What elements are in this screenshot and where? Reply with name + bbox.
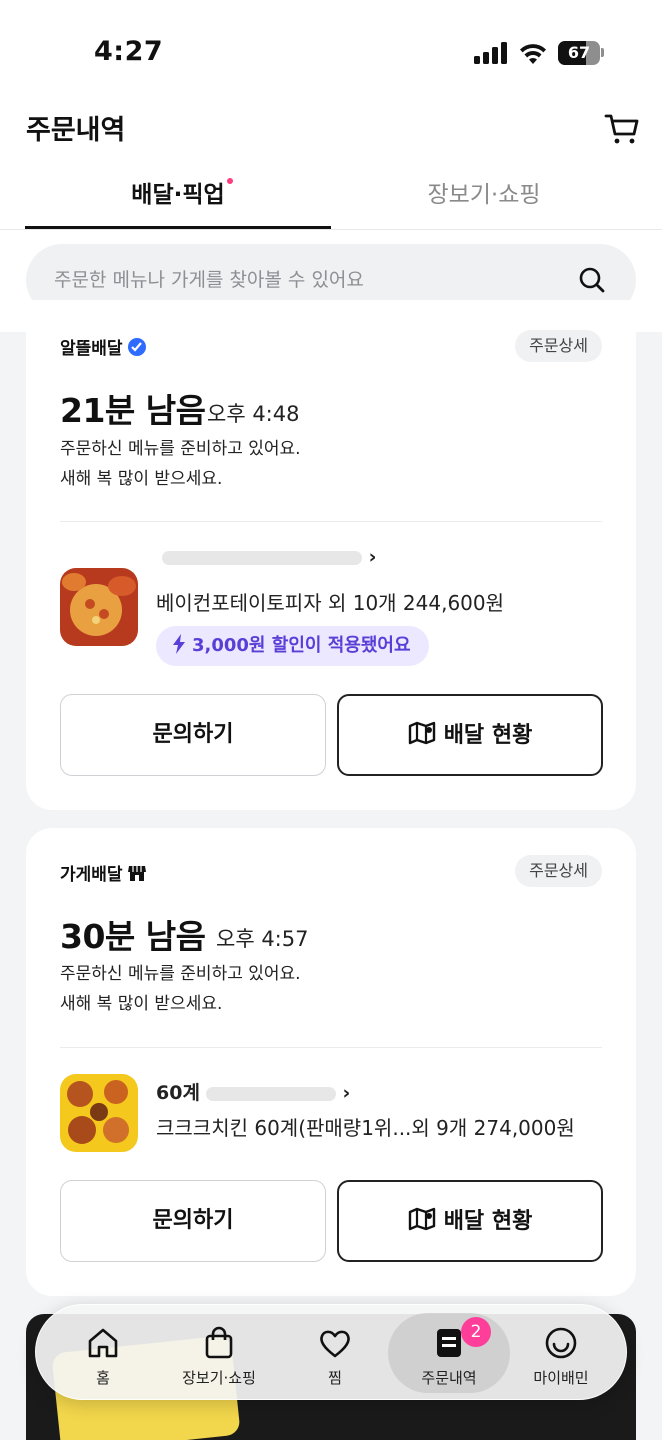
tab-grocery-shopping[interactable]: 장보기·쇼핑 (331, 168, 637, 229)
greeting-message: 새해 복 많이 받으세요. (60, 469, 223, 489)
delivery-status-label: 배달 현황 (443, 1209, 533, 1234)
tab-label: 장보기·쇼핑 (427, 182, 541, 208)
nav-label: 주문내역 (421, 1369, 477, 1387)
nav-label: 찜 (328, 1369, 342, 1387)
order-count-badge: 2 (461, 1317, 491, 1347)
remaining-time: 30분 남음 (60, 917, 206, 956)
battery-cap (601, 48, 604, 57)
nav-item-home[interactable]: 홈 (44, 1305, 162, 1401)
inquiry-button[interactable]: 문의하기 (60, 1180, 326, 1262)
divider (60, 1047, 602, 1048)
verified-badge-icon (127, 338, 146, 356)
map-icon (408, 1207, 435, 1231)
inquiry-button[interactable]: 문의하기 (60, 694, 326, 776)
nav-label: 마이배민 (533, 1369, 589, 1387)
greeting-message: 새해 복 많이 받으세요. (60, 994, 223, 1014)
wifi-icon (520, 44, 546, 64)
delivery-type: 알뜰배달 (60, 334, 147, 359)
store-thumbnail[interactable] (60, 568, 138, 646)
delivery-status-label: 배달 현황 (443, 723, 533, 748)
discount-badge: 3,000원 할인이 적용됐어요 (156, 626, 429, 666)
order-detail-button[interactable]: 주문상세 (515, 855, 602, 887)
cart-icon[interactable] (602, 108, 642, 148)
new-dot (227, 178, 233, 184)
food-image (60, 568, 138, 646)
map-icon (408, 721, 435, 745)
store-icon (127, 866, 146, 881)
tab-delivery-pickup[interactable]: 배달·픽업 (25, 168, 331, 229)
shopping-bag-icon (205, 1326, 233, 1359)
nav-item-my-baemin[interactable]: 마이배민 (502, 1305, 620, 1401)
battery-icon: 67 (558, 41, 600, 65)
store-name-prefix: 60계 (156, 1082, 200, 1104)
delivery-type-label: 가게배달 (60, 865, 123, 885)
delivery-status-button[interactable]: 배달 현황 (337, 1180, 603, 1262)
battery-level: 67 (567, 43, 591, 62)
eta-time: 오후 4:48 (207, 402, 300, 426)
my-baemin-icon (545, 1327, 577, 1359)
nav-item-favorites[interactable]: 찜 (276, 1305, 394, 1401)
store-name[interactable]: › (156, 546, 376, 568)
lightning-icon (173, 634, 185, 654)
delivery-type-label: 알뜰배달 (60, 339, 123, 359)
food-image (60, 1074, 138, 1152)
order-card: 가게배달 주문상세 30분 남음 오후 4:57 주문하신 메뉴를 준비하고 있… (26, 828, 636, 1296)
order-items: 크크크치킨 60계(판매량1위...외 9개 274,000원 (156, 1116, 575, 1140)
blurred-text (205, 1086, 336, 1101)
status-message: 주문하신 메뉴를 준비하고 있어요. (60, 964, 301, 984)
divider (60, 521, 602, 522)
signal-icon (474, 42, 508, 64)
nav-item-shopping[interactable]: 장보기·쇼핑 (160, 1305, 278, 1401)
nav-item-orders[interactable]: 주문내역 (390, 1305, 508, 1401)
nav-label: 장보기·쇼핑 (182, 1369, 256, 1387)
store-thumbnail[interactable] (60, 1074, 138, 1152)
page-title: 주문내역 (26, 115, 126, 146)
order-items: 베이컨포테이토피자 외 10개 244,600원 (156, 591, 505, 615)
home-icon (88, 1328, 118, 1358)
tab-label: 배달·픽업 (131, 182, 225, 208)
remaining-time: 21분 남음 (60, 391, 206, 430)
heart-icon (320, 1330, 350, 1358)
store-name[interactable]: 60계 › (156, 1078, 350, 1105)
bottom-nav: 홈 장보기·쇼핑 찜 주문내역 2 마이배민 (35, 1304, 627, 1400)
order-card: 알뜰배달 주문상세 21분 남음 오후 4:48 주문하신 메뉴를 준비하고 있… (26, 300, 636, 810)
order-tabs: 배달·픽업 장보기·쇼핑 (0, 168, 662, 230)
discount-text: 3,000원 할인이 적용됐어요 (192, 635, 411, 656)
nav-label: 홈 (96, 1369, 110, 1387)
blurred-text (162, 550, 362, 565)
search-icon[interactable] (578, 266, 606, 294)
header: 주문내역 (0, 100, 662, 168)
status-bar: 4:27 67 (0, 0, 662, 100)
status-message: 주문하신 메뉴를 준비하고 있어요. (60, 439, 301, 459)
delivery-status-button[interactable]: 배달 현황 (337, 694, 603, 776)
order-detail-button[interactable]: 주문상세 (515, 330, 602, 362)
delivery-type: 가게배달 (60, 860, 147, 885)
status-time: 4:27 (94, 36, 164, 67)
eta-time: 오후 4:57 (216, 927, 309, 951)
